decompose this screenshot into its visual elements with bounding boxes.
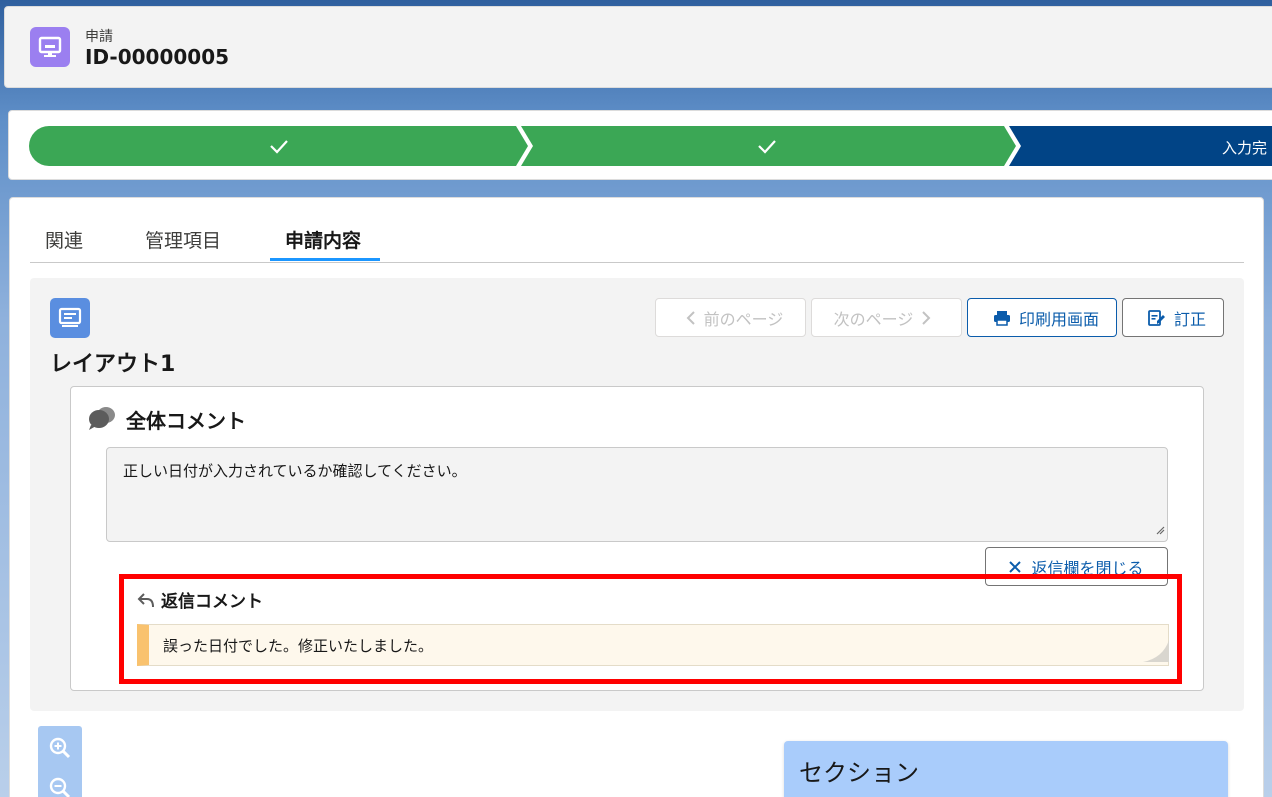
zoom-out-icon[interactable] — [48, 776, 72, 797]
path-stage-2[interactable] — [521, 126, 1016, 166]
object-label: 申請 — [85, 29, 113, 45]
record-header: 申請 ID-00000005 — [4, 6, 1272, 88]
desktop-icon — [30, 27, 70, 67]
edit-form-icon — [1148, 309, 1166, 327]
form-icon — [50, 298, 90, 338]
prev-page-button[interactable]: 前のページ — [655, 298, 806, 337]
correct-button[interactable]: 訂正 — [1122, 298, 1224, 337]
section-title: セクション — [799, 759, 919, 787]
printer-icon — [993, 310, 1011, 326]
layout-title: レイアウト1 — [50, 352, 176, 377]
overall-comment-textarea[interactable]: 正しい日付が入力されているか確認してください。 — [106, 447, 1168, 542]
prev-page-label: 前のページ — [703, 309, 784, 329]
tab-bar: 関連 管理項目 申請内容 — [30, 218, 1244, 263]
close-icon — [1009, 560, 1022, 573]
next-page-button[interactable]: 次のページ — [811, 298, 962, 337]
section-card: セクション — [784, 741, 1228, 797]
path-stage-current-label: 入力完 — [1222, 139, 1268, 157]
chat-bubbles-icon — [87, 405, 117, 435]
print-view-button[interactable]: 印刷用画面 — [967, 298, 1117, 337]
path-bar: 入力完 — [8, 110, 1272, 180]
overall-comment-title: 全体コメント — [126, 409, 246, 433]
print-view-label: 印刷用画面 — [1018, 309, 1099, 329]
resize-handle-icon[interactable] — [1155, 521, 1165, 539]
path-stage-1[interactable] — [29, 126, 528, 166]
main-card: 関連 管理項目 申請内容 レイアウト1 前のページ 次のページ 印刷用画面 訂正… — [9, 197, 1264, 797]
active-tab-indicator — [270, 258, 380, 261]
next-page-label: 次のページ — [833, 309, 914, 329]
zoom-in-icon[interactable] — [48, 736, 72, 760]
overall-comment-text: 正しい日付が入力されているか確認してください。 — [123, 462, 467, 480]
zoom-controls — [38, 726, 82, 797]
correct-label: 訂正 — [1173, 309, 1206, 329]
highlight-box — [119, 574, 1182, 684]
chevron-right-icon — [921, 310, 931, 325]
tab-application-content[interactable]: 申請内容 — [285, 226, 361, 253]
tab-management-items[interactable]: 管理項目 — [145, 226, 221, 253]
record-title: ID-00000005 — [85, 45, 230, 69]
chevron-left-icon — [686, 310, 696, 325]
tab-related[interactable]: 関連 — [45, 226, 83, 253]
